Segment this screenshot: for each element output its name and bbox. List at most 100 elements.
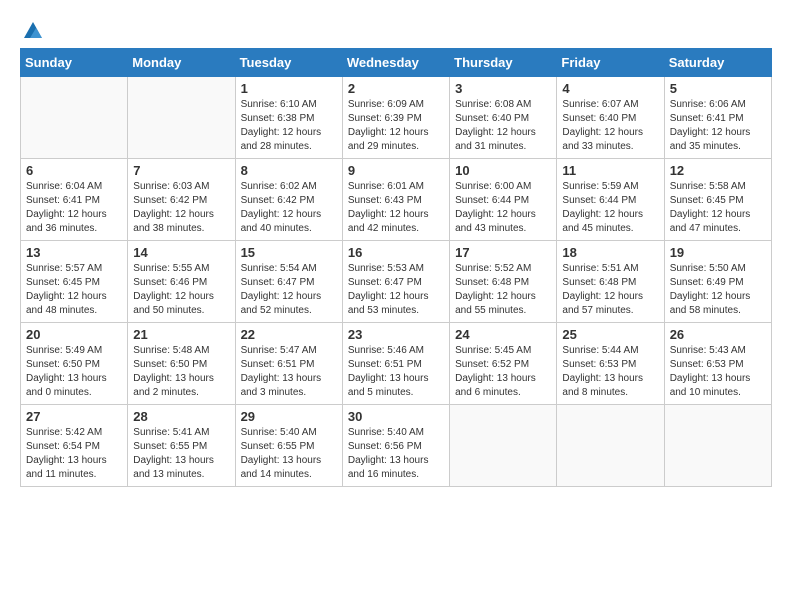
day-info: Sunrise: 5:53 AM Sunset: 6:47 PM Dayligh… xyxy=(348,262,444,318)
weekday-header-tuesday: Tuesday xyxy=(235,49,342,77)
weekday-header-friday: Friday xyxy=(557,49,664,77)
calendar-cell: 8 Sunrise: 6:02 AM Sunset: 6:42 PM Daylig… xyxy=(235,159,342,241)
day-number: 22 xyxy=(241,327,337,342)
day-number: 8 xyxy=(241,163,337,178)
day-number: 7 xyxy=(133,163,229,178)
day-info: Sunrise: 5:54 AM Sunset: 6:47 PM Dayligh… xyxy=(241,262,337,318)
day-info: Sunrise: 5:55 AM Sunset: 6:46 PM Dayligh… xyxy=(133,262,229,318)
calendar-cell xyxy=(450,405,557,487)
page-header xyxy=(20,20,772,38)
logo-icon xyxy=(22,20,44,42)
calendar-cell: 21 Sunrise: 5:48 AM Sunset: 6:50 PM Dayli… xyxy=(128,323,235,405)
day-info: Sunrise: 5:41 AM Sunset: 6:55 PM Dayligh… xyxy=(133,426,229,482)
day-number: 13 xyxy=(26,245,122,260)
day-info: Sunrise: 5:51 AM Sunset: 6:48 PM Dayligh… xyxy=(562,262,658,318)
day-info: Sunrise: 6:08 AM Sunset: 6:40 PM Dayligh… xyxy=(455,98,551,154)
calendar-cell: 7 Sunrise: 6:03 AM Sunset: 6:42 PM Daylig… xyxy=(128,159,235,241)
day-number: 2 xyxy=(348,81,444,96)
calendar-header-row: SundayMondayTuesdayWednesdayThursdayFrid… xyxy=(21,49,772,77)
day-number: 12 xyxy=(670,163,766,178)
weekday-header-monday: Monday xyxy=(128,49,235,77)
calendar-cell: 17Sunrise: 5:52 AM Sunset: 6:48 PM Dayli… xyxy=(450,241,557,323)
calendar-week-2: 6 Sunrise: 6:04 AM Sunset: 6:41 PM Daylig… xyxy=(21,159,772,241)
day-info: Sunrise: 5:49 AM Sunset: 6:50 PM Dayligh… xyxy=(26,344,122,400)
logo xyxy=(20,20,46,38)
day-number: 14 xyxy=(133,245,229,260)
day-info: Sunrise: 6:09 AM Sunset: 6:39 PM Dayligh… xyxy=(348,98,444,154)
day-number: 20 xyxy=(26,327,122,342)
day-info: Sunrise: 6:03 AM Sunset: 6:42 PM Dayligh… xyxy=(133,180,229,236)
weekday-header-saturday: Saturday xyxy=(664,49,771,77)
calendar-cell: 14 Sunrise: 5:55 AM Sunset: 6:46 PM Dayli… xyxy=(128,241,235,323)
day-number: 15 xyxy=(241,245,337,260)
calendar-week-1: 1 Sunrise: 6:10 AM Sunset: 6:38 PM Daylig… xyxy=(21,77,772,159)
calendar-cell xyxy=(557,405,664,487)
day-info: Sunrise: 5:40 AM Sunset: 6:55 PM Dayligh… xyxy=(241,426,337,482)
day-number: 5 xyxy=(670,81,766,96)
calendar-cell: 23Sunrise: 5:46 AM Sunset: 6:51 PM Dayli… xyxy=(342,323,449,405)
day-number: 26 xyxy=(670,327,766,342)
calendar-cell: 12 Sunrise: 5:58 AM Sunset: 6:45 PM Dayli… xyxy=(664,159,771,241)
calendar-cell: 9 Sunrise: 6:01 AM Sunset: 6:43 PM Daylig… xyxy=(342,159,449,241)
day-info: Sunrise: 5:58 AM Sunset: 6:45 PM Dayligh… xyxy=(670,180,766,236)
day-info: Sunrise: 6:00 AM Sunset: 6:44 PM Dayligh… xyxy=(455,180,551,236)
weekday-header-wednesday: Wednesday xyxy=(342,49,449,77)
day-info: Sunrise: 5:57 AM Sunset: 6:45 PM Dayligh… xyxy=(26,262,122,318)
calendar-cell: 30 Sunrise: 5:40 AM Sunset: 6:56 PM Dayli… xyxy=(342,405,449,487)
day-info: Sunrise: 5:46 AM Sunset: 6:51 PM Dayligh… xyxy=(348,344,444,400)
day-number: 3 xyxy=(455,81,551,96)
calendar-cell: 16 Sunrise: 5:53 AM Sunset: 6:47 PM Dayli… xyxy=(342,241,449,323)
calendar-cell xyxy=(21,77,128,159)
calendar-cell: 4 Sunrise: 6:07 AM Sunset: 6:40 PM Daylig… xyxy=(557,77,664,159)
day-info: Sunrise: 6:02 AM Sunset: 6:42 PM Dayligh… xyxy=(241,180,337,236)
day-info: Sunrise: 6:10 AM Sunset: 6:38 PM Dayligh… xyxy=(241,98,337,154)
day-number: 18 xyxy=(562,245,658,260)
day-info: Sunrise: 5:45 AM Sunset: 6:52 PM Dayligh… xyxy=(455,344,551,400)
day-number: 9 xyxy=(348,163,444,178)
calendar-cell: 11 Sunrise: 5:59 AM Sunset: 6:44 PM Dayli… xyxy=(557,159,664,241)
day-number: 21 xyxy=(133,327,229,342)
day-number: 1 xyxy=(241,81,337,96)
calendar-cell: 27Sunrise: 5:42 AM Sunset: 6:54 PM Dayli… xyxy=(21,405,128,487)
calendar-cell: 3 Sunrise: 6:08 AM Sunset: 6:40 PM Daylig… xyxy=(450,77,557,159)
day-info: Sunrise: 6:06 AM Sunset: 6:41 PM Dayligh… xyxy=(670,98,766,154)
day-number: 4 xyxy=(562,81,658,96)
day-info: Sunrise: 5:59 AM Sunset: 6:44 PM Dayligh… xyxy=(562,180,658,236)
calendar-cell: 24 Sunrise: 5:45 AM Sunset: 6:52 PM Dayli… xyxy=(450,323,557,405)
day-info: Sunrise: 5:47 AM Sunset: 6:51 PM Dayligh… xyxy=(241,344,337,400)
calendar-table: SundayMondayTuesdayWednesdayThursdayFrid… xyxy=(20,48,772,487)
calendar-cell xyxy=(128,77,235,159)
day-number: 24 xyxy=(455,327,551,342)
day-info: Sunrise: 5:44 AM Sunset: 6:53 PM Dayligh… xyxy=(562,344,658,400)
day-number: 11 xyxy=(562,163,658,178)
day-info: Sunrise: 5:42 AM Sunset: 6:54 PM Dayligh… xyxy=(26,426,122,482)
calendar-cell: 6 Sunrise: 6:04 AM Sunset: 6:41 PM Daylig… xyxy=(21,159,128,241)
calendar-cell: 20 Sunrise: 5:49 AM Sunset: 6:50 PM Dayli… xyxy=(21,323,128,405)
day-number: 6 xyxy=(26,163,122,178)
day-number: 29 xyxy=(241,409,337,424)
calendar-week-4: 20 Sunrise: 5:49 AM Sunset: 6:50 PM Dayli… xyxy=(21,323,772,405)
weekday-header-thursday: Thursday xyxy=(450,49,557,77)
day-info: Sunrise: 5:50 AM Sunset: 6:49 PM Dayligh… xyxy=(670,262,766,318)
calendar-cell: 28 Sunrise: 5:41 AM Sunset: 6:55 PM Dayli… xyxy=(128,405,235,487)
day-number: 25 xyxy=(562,327,658,342)
calendar-cell: 10 Sunrise: 6:00 AM Sunset: 6:44 PM Dayli… xyxy=(450,159,557,241)
day-number: 30 xyxy=(348,409,444,424)
day-number: 19 xyxy=(670,245,766,260)
day-number: 28 xyxy=(133,409,229,424)
calendar-week-5: 27Sunrise: 5:42 AM Sunset: 6:54 PM Dayli… xyxy=(21,405,772,487)
day-info: Sunrise: 6:07 AM Sunset: 6:40 PM Dayligh… xyxy=(562,98,658,154)
day-info: Sunrise: 5:40 AM Sunset: 6:56 PM Dayligh… xyxy=(348,426,444,482)
calendar-cell xyxy=(664,405,771,487)
calendar-cell: 29 Sunrise: 5:40 AM Sunset: 6:55 PM Dayli… xyxy=(235,405,342,487)
day-info: Sunrise: 5:48 AM Sunset: 6:50 PM Dayligh… xyxy=(133,344,229,400)
calendar-week-3: 13 Sunrise: 5:57 AM Sunset: 6:45 PM Dayli… xyxy=(21,241,772,323)
day-info: Sunrise: 5:52 AM Sunset: 6:48 PM Dayligh… xyxy=(455,262,551,318)
calendar-cell: 25 Sunrise: 5:44 AM Sunset: 6:53 PM Dayli… xyxy=(557,323,664,405)
calendar-cell: 15 Sunrise: 5:54 AM Sunset: 6:47 PM Dayli… xyxy=(235,241,342,323)
day-info: Sunrise: 6:01 AM Sunset: 6:43 PM Dayligh… xyxy=(348,180,444,236)
day-number: 16 xyxy=(348,245,444,260)
day-info: Sunrise: 6:04 AM Sunset: 6:41 PM Dayligh… xyxy=(26,180,122,236)
calendar-cell: 1 Sunrise: 6:10 AM Sunset: 6:38 PM Daylig… xyxy=(235,77,342,159)
day-number: 10 xyxy=(455,163,551,178)
